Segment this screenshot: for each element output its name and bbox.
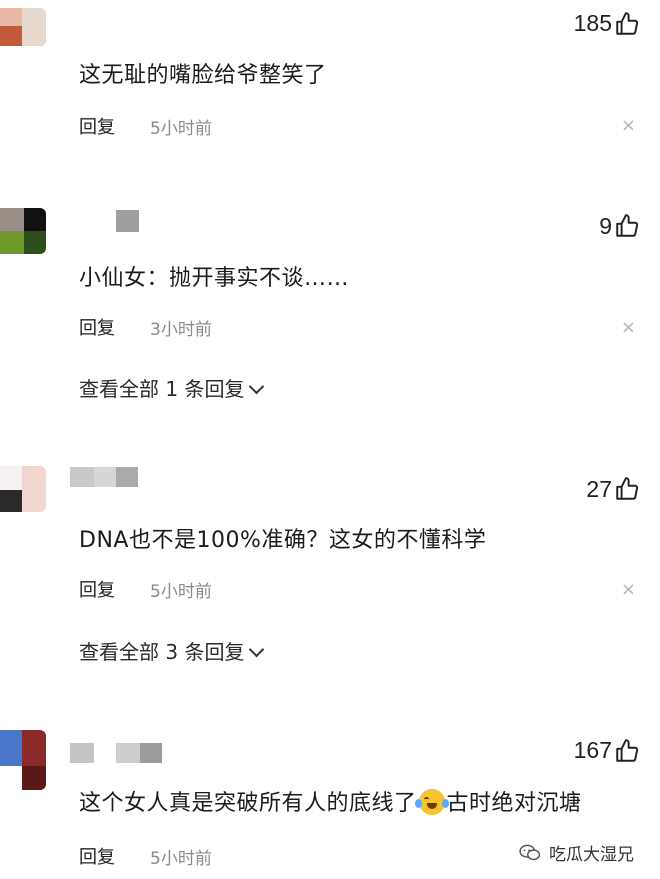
timestamp: 5小时前 <box>150 849 212 869</box>
thumbs-up-icon[interactable] <box>614 738 640 764</box>
watermark: 吃瓜大湿兄 <box>519 840 634 865</box>
reply-button[interactable]: 回复 <box>79 576 115 602</box>
reply-button[interactable]: 回复 <box>79 843 115 869</box>
comment-text: 这无耻的嘴脸给爷整笑了 <box>79 63 327 88</box>
username-blurred <box>70 743 94 763</box>
watermark-text: 吃瓜大湿兄 <box>549 845 634 865</box>
username-blurred <box>116 467 138 487</box>
comment-text-part: 古时绝对沉塘 <box>446 791 582 816</box>
chevron-down-icon <box>249 641 265 658</box>
thumbs-up-icon[interactable] <box>614 476 640 502</box>
thumbs-up-icon[interactable] <box>614 11 640 37</box>
wechat-icon <box>519 844 541 860</box>
view-all-label: 查看全部 3 条回复 <box>79 640 245 664</box>
comment-text-part: 这个女人真是突破所有人的底线了 <box>79 791 417 816</box>
chevron-down-icon <box>249 378 265 395</box>
timestamp: 5小时前 <box>150 119 212 139</box>
username-blurred <box>70 467 94 487</box>
avatar[interactable] <box>0 466 46 512</box>
like-count: 27 <box>586 476 612 502</box>
close-icon[interactable]: × <box>621 317 636 338</box>
avatar[interactable] <box>0 8 46 46</box>
close-icon[interactable]: × <box>621 579 636 600</box>
timestamp: 3小时前 <box>150 320 212 340</box>
like-count: 9 <box>599 213 612 239</box>
username-blurred <box>116 743 140 763</box>
username-blurred <box>140 743 162 763</box>
comment-text: DNA也不是100%准确？这女的不懂科学 <box>79 528 487 553</box>
thumbs-up-icon[interactable] <box>614 213 640 239</box>
timestamp: 5小时前 <box>150 582 212 602</box>
username-blurred <box>94 467 116 487</box>
reply-button[interactable]: 回复 <box>79 314 115 340</box>
avatar[interactable] <box>0 730 46 790</box>
comment-text: 小仙女：抛开事实不谈…… <box>79 266 350 291</box>
like-count: 167 <box>573 737 612 763</box>
crying-laughing-emoji-icon <box>414 789 449 815</box>
reply-button[interactable]: 回复 <box>79 113 115 139</box>
like-count: 185 <box>573 10 612 36</box>
comment-text: 这个女人真是突破所有人的底线了 古时绝对沉塘 <box>79 785 582 817</box>
close-icon[interactable]: × <box>621 115 636 136</box>
avatar[interactable] <box>0 208 46 254</box>
view-all-label: 查看全部 1 条回复 <box>79 377 245 401</box>
username-blurred <box>116 210 139 232</box>
view-all-replies[interactable]: 查看全部 1 条回复 <box>79 373 265 402</box>
view-all-replies[interactable]: 查看全部 3 条回复 <box>79 636 265 665</box>
